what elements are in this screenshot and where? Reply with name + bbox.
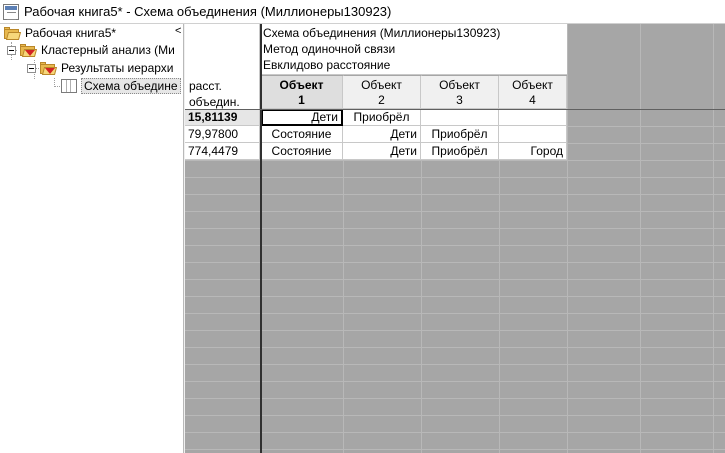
- workbook-tree: < Рабочая книга5* Кластерный анализ (Ми …: [0, 24, 184, 453]
- table-cell[interactable]: Приобрёл: [421, 126, 499, 143]
- column-header-number: 1: [298, 93, 305, 107]
- window-title: Рабочая книга5* - Схема объединения (Мил…: [24, 4, 392, 19]
- row-header-corner: расст. объедин.: [185, 24, 260, 109]
- collapse-node-icon[interactable]: [27, 63, 36, 73]
- column-header-number: 4: [529, 93, 536, 107]
- collapse-node-icon[interactable]: [7, 45, 16, 55]
- spreadsheet-grid[interactable]: расст. объедин. Схема объединения (Милли…: [185, 24, 725, 453]
- row-header-title-line1: расст.: [189, 79, 222, 93]
- column-header-object-1[interactable]: Объект 1: [261, 76, 343, 109]
- column-header-label: Объект: [512, 78, 553, 92]
- column-header-number: 2: [378, 93, 385, 107]
- frozen-row-divider: [185, 109, 725, 110]
- sheet-header: Схема объединения (Миллионеры130923) Мет…: [261, 24, 567, 75]
- row-header-distance[interactable]: 15,81139: [185, 109, 260, 126]
- tree-item-amalgamation-schedule[interactable]: Схема объедине: [61, 77, 181, 95]
- title-bar: Рабочая книга5* - Схема объединения (Мил…: [0, 0, 725, 24]
- tree-item-label: Кластерный анализ (Ми: [41, 43, 175, 57]
- sheet-title: Схема объединения (Миллионеры130923): [263, 26, 501, 40]
- results-folder-icon: [40, 61, 58, 75]
- table-cell[interactable]: [421, 109, 499, 126]
- column-header-object-4[interactable]: Объект 4: [499, 76, 567, 109]
- collapse-panel-button[interactable]: <: [175, 25, 181, 37]
- tree-item-results[interactable]: Результаты иерархи: [27, 59, 174, 77]
- table-cell[interactable]: Приобрёл: [343, 109, 421, 126]
- analysis-folder-icon: [20, 43, 38, 57]
- table-cell[interactable]: Приобрёл: [421, 143, 499, 160]
- table-cell[interactable]: Дети: [343, 126, 421, 143]
- table-cell[interactable]: Город: [499, 143, 567, 160]
- table-cell[interactable]: Состояние: [261, 126, 343, 143]
- workbook-icon: [3, 3, 19, 20]
- table-cell[interactable]: Состояние: [261, 143, 343, 160]
- tree-item-workbook[interactable]: Рабочая книга5*: [4, 24, 116, 42]
- tree-item-label: Рабочая книга5*: [25, 26, 117, 40]
- tree-item-cluster-analysis[interactable]: Кластерный анализ (Ми: [7, 41, 175, 59]
- column-header-label: Объект: [439, 78, 480, 92]
- column-header-object-3[interactable]: Объект 3: [421, 76, 499, 109]
- row-header-title-line2: объедин.: [189, 95, 240, 109]
- column-header-number: 3: [456, 93, 463, 107]
- frozen-column-divider: [260, 24, 262, 453]
- row-header-distance[interactable]: 774,4479: [185, 143, 260, 160]
- tree-item-label: Схема объедине: [81, 78, 181, 94]
- spreadsheet-icon: [61, 79, 77, 93]
- column-header-label: Объект: [279, 78, 324, 92]
- column-header-object-2[interactable]: Объект 2: [343, 76, 421, 109]
- tree-item-label: Результаты иерархи: [61, 61, 174, 75]
- table-cell[interactable]: Дети: [261, 109, 343, 126]
- linkage-method: Метод одиночной связи: [263, 42, 396, 56]
- distance-measure: Евклидово расстояние: [263, 58, 391, 72]
- open-folder-icon: [4, 26, 22, 40]
- table-cell[interactable]: [499, 109, 567, 126]
- row-header-distance[interactable]: 79,97800: [185, 126, 260, 143]
- column-header-label: Объект: [361, 78, 402, 92]
- table-cell[interactable]: Дети: [343, 143, 421, 160]
- table-cell[interactable]: [499, 126, 567, 143]
